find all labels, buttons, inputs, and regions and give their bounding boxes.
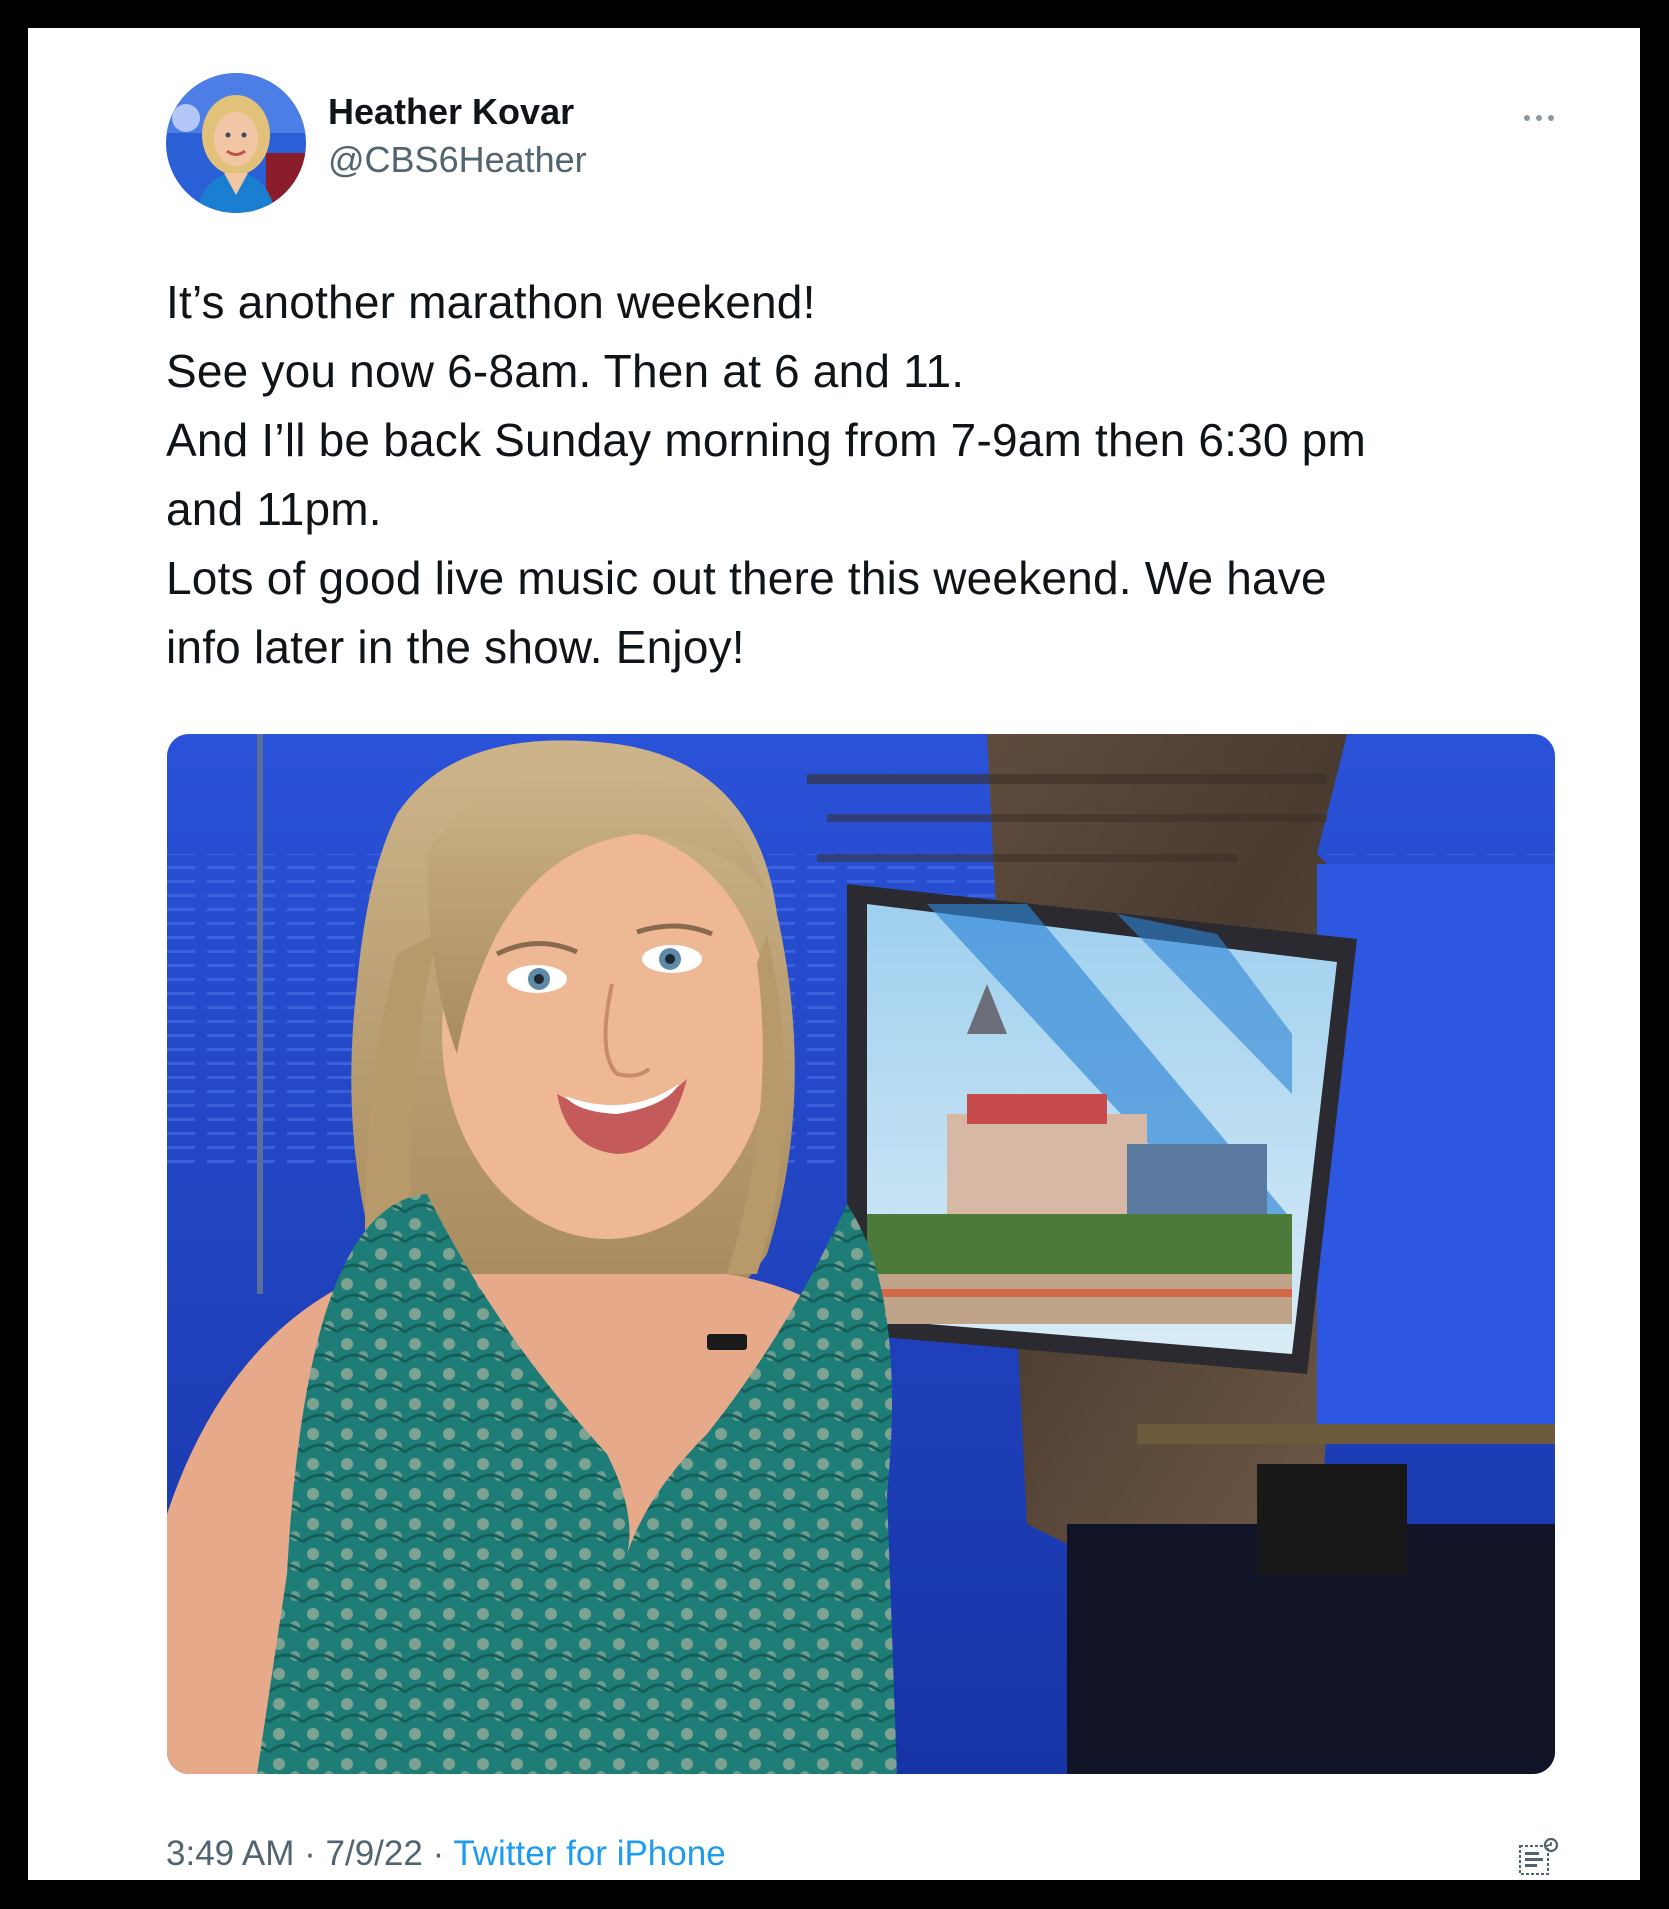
author-handle[interactable]: @CBS6Heather bbox=[328, 138, 587, 182]
footer-separator: · bbox=[422, 1834, 454, 1873]
tweet-card: Heather Kovar @CBS6Heather It’s another … bbox=[28, 28, 1640, 1880]
tweet-source-link[interactable]: Twitter for iPhone bbox=[453, 1834, 725, 1873]
tweet-time[interactable]: 3:49 AM bbox=[166, 1834, 294, 1873]
tweet-footer: 3:49 AM · 7/9/22 · Twitter for iPhone bbox=[166, 1832, 726, 1876]
author-avatar[interactable] bbox=[166, 73, 306, 213]
more-options-button[interactable] bbox=[1514, 100, 1564, 136]
footer-separator: · bbox=[294, 1834, 326, 1873]
avatar-image bbox=[166, 73, 306, 213]
more-horizontal-icon bbox=[1524, 115, 1554, 121]
author-display-name[interactable]: Heather Kovar bbox=[328, 90, 574, 134]
tweet-analytics-button[interactable] bbox=[1516, 1836, 1560, 1880]
tweet-photo[interactable] bbox=[167, 734, 1555, 1774]
tweet-text: It’s another marathon weekend! See you n… bbox=[166, 276, 1366, 673]
analytics-icon bbox=[1519, 1837, 1559, 1875]
photo-image bbox=[167, 734, 1555, 1774]
tweet-date[interactable]: 7/9/22 bbox=[326, 1834, 423, 1873]
